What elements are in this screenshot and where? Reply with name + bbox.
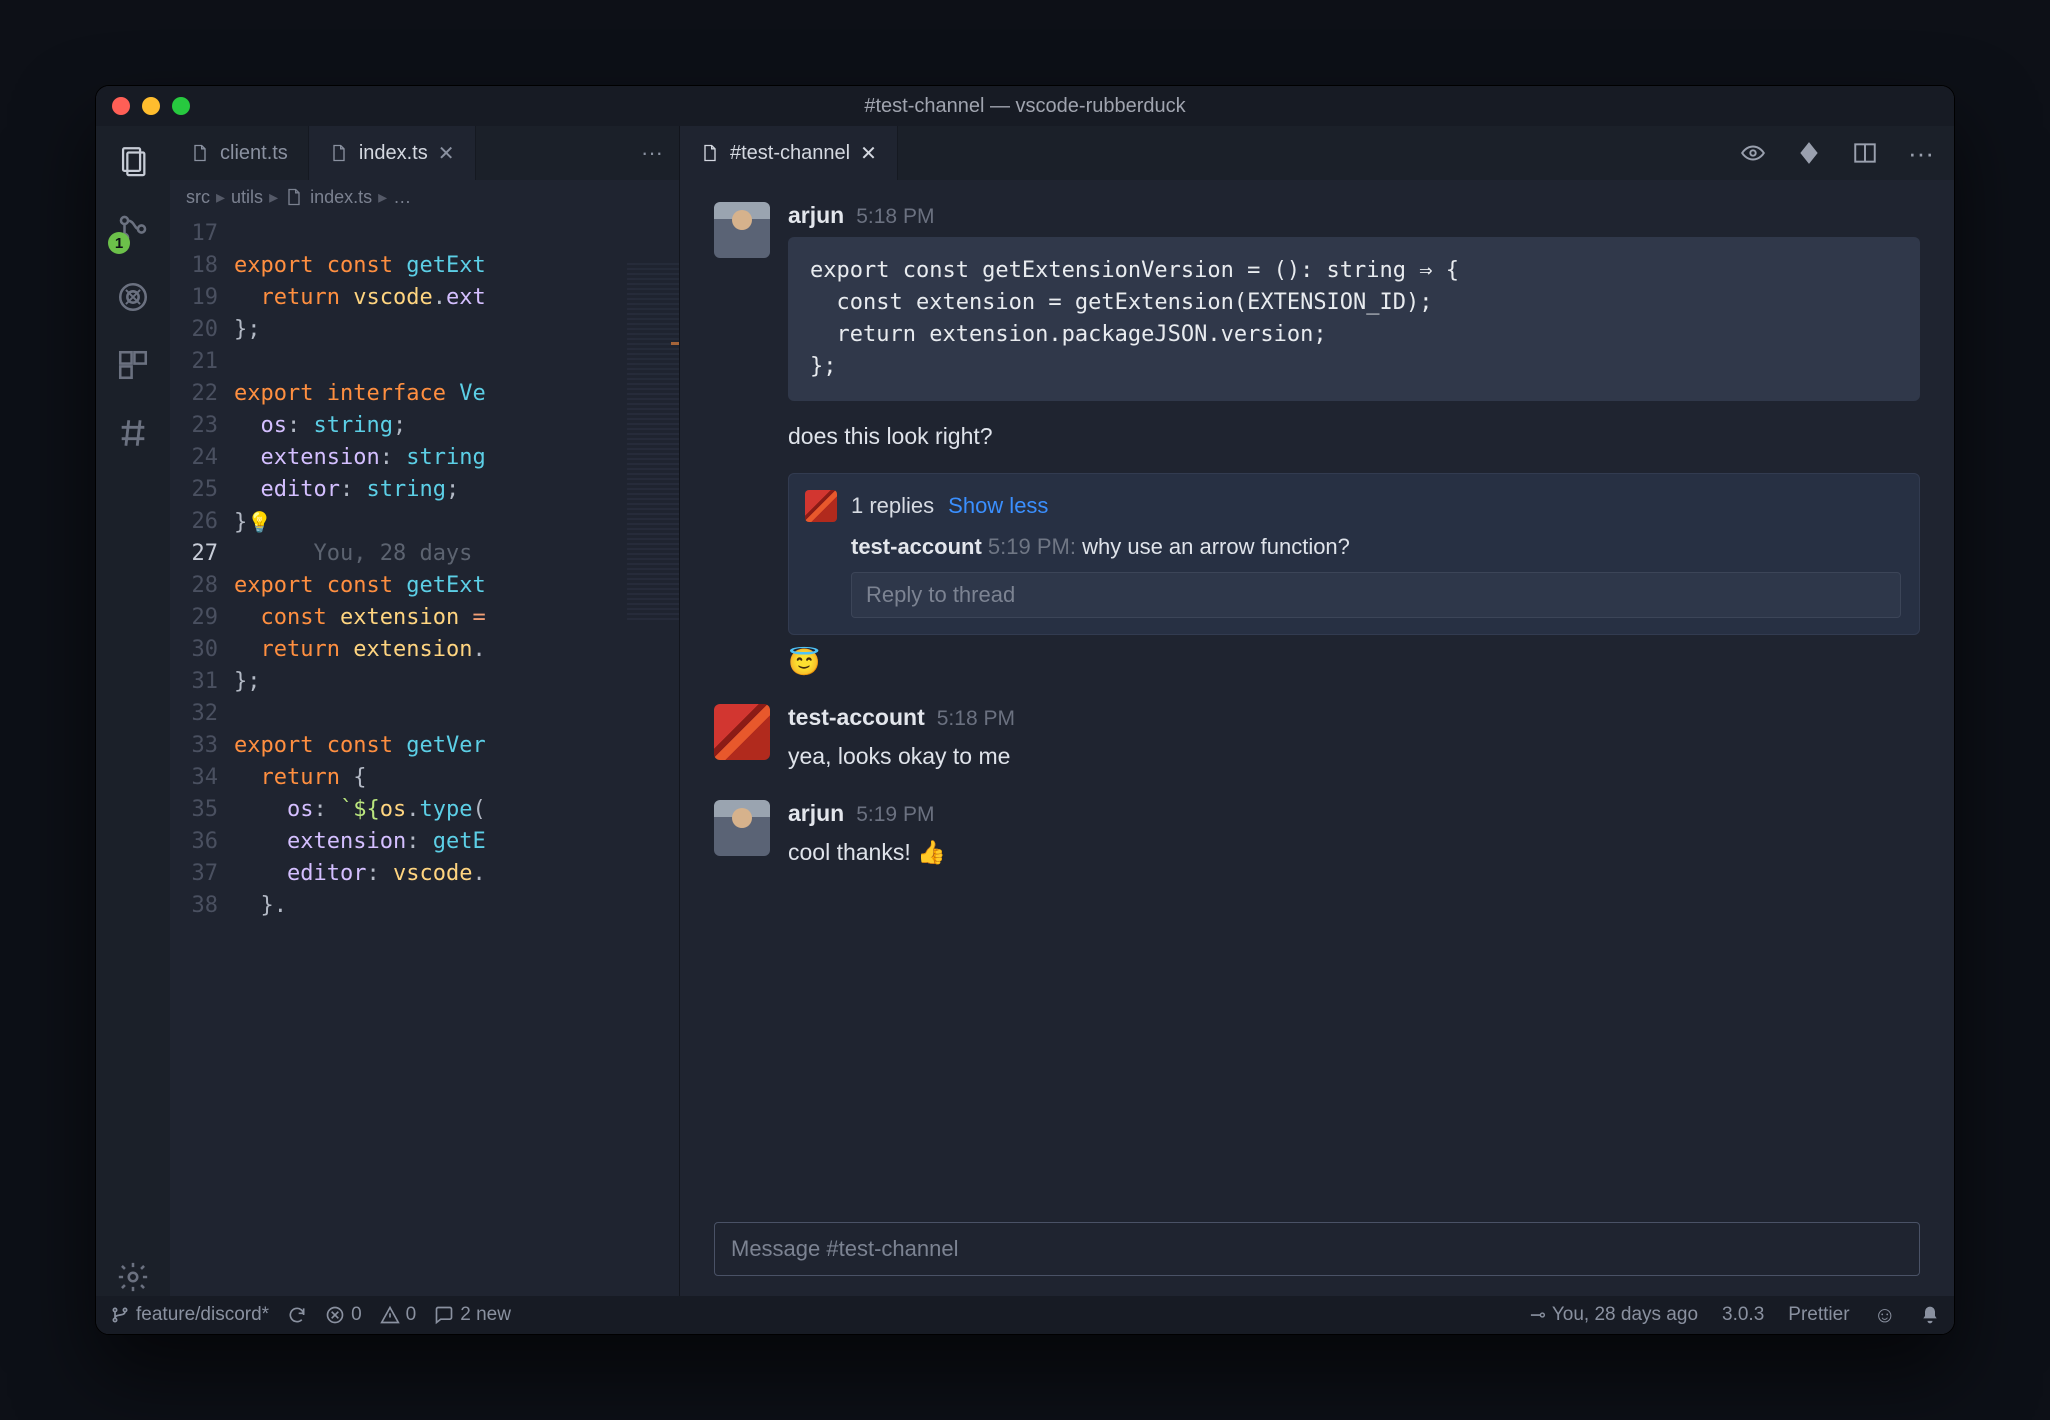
minimap[interactable] [627, 260, 679, 620]
breadcrumb-item[interactable]: index.ts [310, 187, 372, 208]
split-editor-icon[interactable] [1852, 140, 1878, 166]
person-icon: ⊸ [1530, 1304, 1546, 1327]
feedback-smiley-icon[interactable]: ☺ [1874, 1302, 1896, 1328]
errors-status[interactable]: 0 [325, 1304, 362, 1326]
thread-show-less-link[interactable]: Show less [948, 493, 1048, 519]
chat-message: arjun 5:18 PM export const getExtensionV… [714, 202, 1920, 678]
extensions-icon[interactable] [114, 346, 152, 384]
chevron-right-icon: ▸ [216, 187, 225, 208]
thread-reply-input[interactable]: Reply to thread [851, 572, 1901, 618]
compose-placeholder: Message #test-channel [731, 1236, 958, 1262]
activity-bar: 1 [96, 126, 170, 1296]
message-reaction[interactable]: 😇 [788, 647, 1920, 678]
git-branch-icon [110, 1305, 130, 1325]
message-time: 5:18 PM [937, 707, 1015, 731]
close-tab-icon[interactable]: ✕ [860, 141, 877, 166]
preview-icon[interactable] [1740, 140, 1766, 166]
message-code-block: export const getExtensionVersion = (): s… [788, 237, 1920, 401]
thread-container: 1 replies Show less test-account 5:19 PM… [788, 473, 1920, 635]
file-icon [190, 143, 210, 163]
file-icon [700, 143, 720, 163]
chat-message: test-account 5:18 PM yea, looks okay to … [714, 704, 1920, 774]
breadcrumb-item[interactable]: … [393, 187, 411, 208]
vscode-window: #test-channel — vscode-rubberduck 1 [95, 85, 1955, 1335]
thread-reply-placeholder: Reply to thread [866, 582, 1015, 608]
thread-reply: test-account 5:19 PM: why use an arrow f… [805, 534, 1901, 560]
chevron-right-icon: ▸ [269, 187, 278, 208]
sync-icon[interactable] [287, 1305, 307, 1325]
avatar[interactable] [805, 490, 837, 522]
status-bar: feature/discord* 0 0 2 new ⊸ [96, 1296, 1954, 1334]
breadcrumb-item[interactable]: utils [231, 187, 263, 208]
chat-message: arjun 5:19 PM cool thanks! 👍 [714, 800, 1920, 870]
tab-label: index.ts [359, 142, 428, 165]
chat-channel-icon[interactable] [114, 414, 152, 452]
message-username[interactable]: arjun [788, 202, 844, 229]
comment-icon [434, 1305, 454, 1325]
git-branch-status[interactable]: feature/discord* [110, 1304, 269, 1326]
debug-icon[interactable] [114, 278, 152, 316]
reply-username[interactable]: test-account [851, 534, 982, 559]
chat-pane: #test-channel ✕ ··· arjun [680, 126, 1954, 1296]
message-time: 5:19 PM [856, 803, 934, 827]
bell-icon[interactable] [1920, 1305, 1940, 1325]
compose-input[interactable]: Message #test-channel [714, 1222, 1920, 1276]
chevron-right-icon: ▸ [378, 187, 387, 208]
source-control-badge: 1 [108, 232, 130, 254]
thread-replies-count: 1 replies [851, 493, 934, 519]
editor-tab-client[interactable]: client.ts [170, 126, 309, 180]
tab-overflow-icon[interactable]: ··· [641, 140, 663, 166]
error-icon [325, 1305, 345, 1325]
window-title: #test-channel — vscode-rubberduck [96, 95, 1954, 118]
source-control-icon[interactable]: 1 [114, 210, 152, 248]
message-time: 5:18 PM [856, 205, 934, 229]
breadcrumb-item[interactable]: src [186, 187, 210, 208]
chat-tabs-bar: #test-channel ✕ ··· [680, 126, 1954, 180]
comments-status[interactable]: 2 new [434, 1304, 511, 1326]
message-text: does this look right? [788, 419, 1920, 454]
more-actions-icon[interactable]: ··· [1908, 138, 1934, 169]
editor-pane: client.ts index.ts ✕ ··· src ▸ utils ▸ i… [170, 126, 680, 1296]
warning-icon [380, 1305, 400, 1325]
version-status[interactable]: 3.0.3 [1722, 1304, 1764, 1326]
explorer-icon[interactable] [114, 142, 152, 180]
message-username[interactable]: arjun [788, 800, 844, 827]
code-editor[interactable]: 1718192021222324252627282930313233343536… [170, 214, 679, 1296]
message-username[interactable]: test-account [788, 704, 925, 731]
editor-tab-index[interactable]: index.ts ✕ [309, 126, 476, 180]
titlebar: #test-channel — vscode-rubberduck [96, 86, 1954, 126]
editor-tabs-bar: client.ts index.ts ✕ ··· [170, 126, 679, 180]
reply-text: why use an arrow function? [1082, 534, 1350, 559]
file-icon [329, 143, 349, 163]
file-icon [284, 187, 304, 207]
chat-tab-test-channel[interactable]: #test-channel ✕ [680, 126, 898, 180]
warnings-status[interactable]: 0 [380, 1304, 417, 1326]
chat-tab-label: #test-channel [730, 142, 850, 165]
tab-label: client.ts [220, 142, 288, 165]
reply-time: 5:19 PM: [988, 534, 1076, 559]
diamond-icon[interactable] [1796, 140, 1822, 166]
formatter-status[interactable]: Prettier [1788, 1304, 1849, 1326]
settings-gear-icon[interactable] [114, 1258, 152, 1296]
git-blame-status[interactable]: ⊸ You, 28 days ago [1530, 1304, 1698, 1327]
message-text: yea, looks okay to me [788, 739, 1920, 774]
message-text: cool thanks! 👍 [788, 835, 1920, 870]
avatar[interactable] [714, 800, 770, 856]
avatar[interactable] [714, 704, 770, 760]
avatar[interactable] [714, 202, 770, 258]
breadcrumbs[interactable]: src ▸ utils ▸ index.ts ▸ … [170, 180, 679, 214]
close-tab-icon[interactable]: ✕ [438, 141, 455, 166]
